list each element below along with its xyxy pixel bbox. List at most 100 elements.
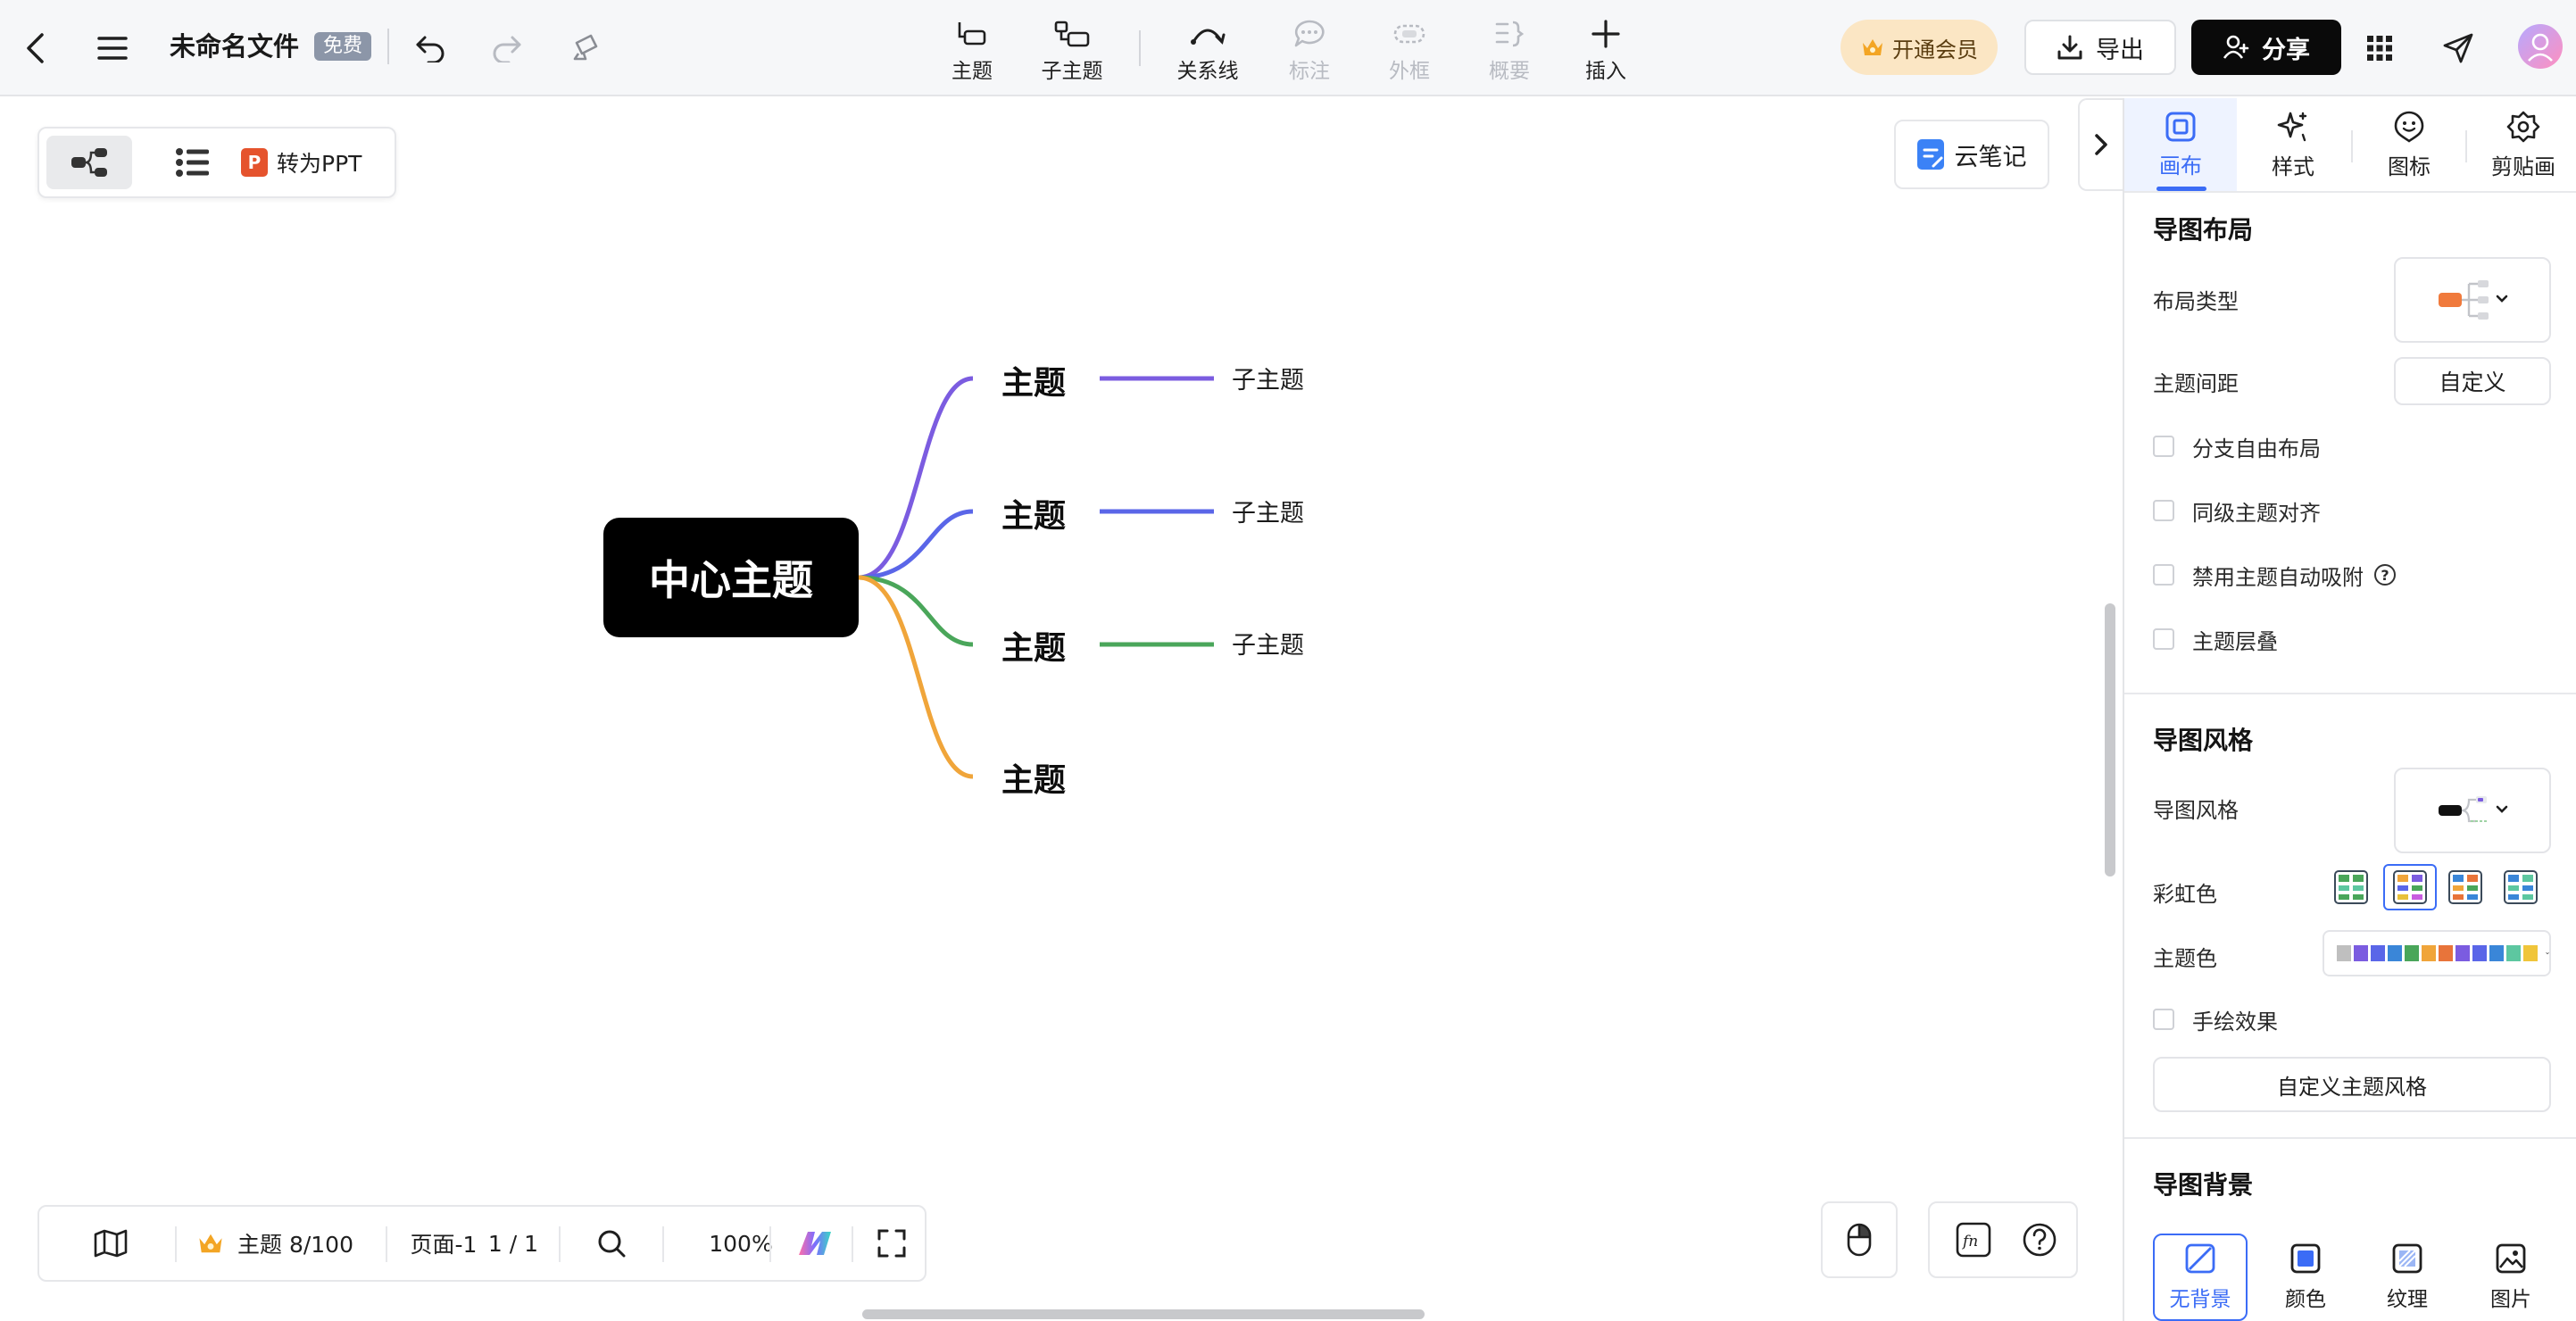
divider	[852, 1226, 853, 1262]
color-swatch	[2337, 945, 2351, 961]
tab-icons[interactable]: 图标	[2353, 98, 2465, 191]
topic-node[interactable]: 主题	[1001, 363, 1066, 404]
function-icon: fn	[1956, 1222, 1991, 1258]
tab-clipart[interactable]: 剪贴画	[2467, 98, 2576, 191]
topic-spacing-label: 主题间距	[2153, 371, 2239, 396]
rainbow-label: 彩虹色	[2153, 882, 2217, 907]
rainbow-option-2[interactable]	[2383, 864, 2437, 910]
color-swatch	[2354, 945, 2368, 961]
crown-icon	[199, 1234, 222, 1253]
color-swatch	[2371, 945, 2385, 961]
map-style-select[interactable]	[2394, 768, 2551, 853]
canvas-icon	[2165, 112, 2196, 141]
function-button[interactable]: fn	[1942, 1203, 2005, 1276]
topic-count: 主题 8/100	[196, 1207, 402, 1280]
custom-theme-style-button[interactable]: 自定义主题风格	[2153, 1057, 2551, 1112]
ai-assistant-button[interactable]	[784, 1207, 850, 1280]
question-icon	[2023, 1223, 2057, 1257]
branch-line-2	[858, 509, 974, 580]
no-background-icon	[2185, 1243, 2215, 1274]
option-align-siblings[interactable]: 同级主题对齐	[2153, 494, 2321, 527]
section-title-background: 导图背景	[2153, 1170, 2254, 1200]
color-swatch	[2388, 945, 2402, 961]
ai-logo-icon	[799, 1232, 831, 1255]
color-swatch	[2489, 945, 2504, 961]
horizontal-scrollbar[interactable]	[862, 1309, 1425, 1319]
theme-color-label: 主题色	[2153, 946, 2217, 971]
option-topic-overlap[interactable]: 主题层叠	[2153, 623, 2278, 655]
layout-type-label: 布局类型	[2153, 289, 2239, 314]
theme-color-select[interactable]	[2323, 930, 2551, 976]
theme-color-swatches	[2337, 945, 2540, 961]
rainbow-swatch-icon	[2393, 870, 2427, 904]
clipart-icon	[2506, 111, 2540, 142]
subtopic-node[interactable]: 子主题	[1232, 365, 1304, 397]
style-sparkle-icon	[2277, 112, 2307, 141]
apps-grid-icon[interactable]	[2362, 30, 2397, 66]
bottom-status-bar: 主题 8/100 页面-1 1 / 1 100%	[37, 1205, 927, 1282]
branch-line-4	[858, 575, 974, 779]
color-swatch	[2456, 945, 2470, 961]
topic-node[interactable]: 主题	[1001, 628, 1066, 669]
layout-type-select[interactable]	[2394, 257, 2551, 343]
map-style-label: 导图风格	[2153, 798, 2239, 823]
fullscreen-icon	[877, 1229, 906, 1258]
divider	[559, 1226, 561, 1262]
divider	[769, 1226, 771, 1262]
panel-tabs: 画布 样式 图标 剪贴画	[2124, 98, 2576, 193]
user-plus-icon	[2223, 35, 2249, 59]
divider	[662, 1226, 664, 1262]
background-option-none[interactable]: 无背景	[2153, 1234, 2248, 1321]
color-swatch	[2523, 945, 2538, 961]
send-icon[interactable]	[2439, 29, 2478, 68]
rainbow-swatch-icon	[2448, 870, 2482, 904]
background-option-texture[interactable]: 纹理	[2360, 1234, 2455, 1321]
help-button[interactable]	[2008, 1203, 2071, 1276]
option-hand-drawn[interactable]: 手绘效果	[2153, 1003, 2278, 1035]
divider	[2124, 693, 2576, 694]
rainbow-swatch-icon	[2504, 870, 2538, 904]
vertical-scrollbar[interactable]	[2105, 603, 2115, 877]
tab-style[interactable]: 样式	[2237, 98, 2349, 191]
rainbow-option-3[interactable]	[2446, 868, 2485, 907]
minimap-button[interactable]	[75, 1207, 146, 1280]
chevron-down-icon	[2546, 952, 2549, 955]
mouse-icon	[1847, 1223, 1872, 1257]
topic-node[interactable]: 主题	[1001, 760, 1066, 802]
topic-spacing-custom-button[interactable]: 自定义	[2394, 357, 2551, 405]
checkbox[interactable]	[2153, 628, 2174, 650]
rainbow-option-4[interactable]	[2501, 868, 2540, 907]
checkbox[interactable]	[2153, 564, 2174, 586]
color-swatch	[2439, 945, 2453, 961]
subtopic-node[interactable]: 子主题	[1232, 630, 1304, 662]
share-button[interactable]: 分享	[2191, 20, 2341, 75]
subtopic-node[interactable]: 子主题	[1232, 498, 1304, 530]
section-title-layout: 导图布局	[2153, 215, 2254, 245]
topic-node[interactable]: 主题	[1001, 496, 1066, 537]
checkbox[interactable]	[2153, 500, 2174, 521]
divider	[2124, 1137, 2576, 1139]
page-label[interactable]: 页面-1	[407, 1207, 480, 1280]
option-free-branch[interactable]: 分支自由布局	[2153, 430, 2321, 462]
search-button[interactable]	[580, 1207, 643, 1280]
search-icon	[598, 1230, 626, 1258]
color-swatch	[2405, 945, 2419, 961]
background-option-color[interactable]: 颜色	[2258, 1234, 2353, 1321]
branch-line-3	[858, 575, 974, 647]
option-disable-snap[interactable]: 禁用主题自动吸附?	[2153, 559, 2396, 591]
background-option-image[interactable]: 图片	[2464, 1234, 2558, 1321]
texture-icon	[2392, 1243, 2422, 1274]
mouse-mode-button[interactable]	[1821, 1201, 1898, 1278]
rainbow-option-1[interactable]	[2331, 868, 2371, 907]
tab-canvas[interactable]: 画布	[2124, 98, 2237, 191]
section-title-style: 导图风格	[2153, 726, 2254, 755]
checkbox[interactable]	[2153, 1009, 2174, 1030]
help-question-icon[interactable]: ?	[2374, 564, 2396, 586]
color-fill-icon	[2290, 1243, 2321, 1274]
checkbox[interactable]	[2153, 436, 2174, 457]
user-avatar[interactable]	[2517, 23, 2564, 70]
sticker-icon	[2394, 111, 2424, 143]
center-topic-node[interactable]: 中心主题	[603, 518, 859, 637]
color-swatch	[2422, 945, 2436, 961]
fullscreen-button[interactable]	[860, 1207, 923, 1280]
